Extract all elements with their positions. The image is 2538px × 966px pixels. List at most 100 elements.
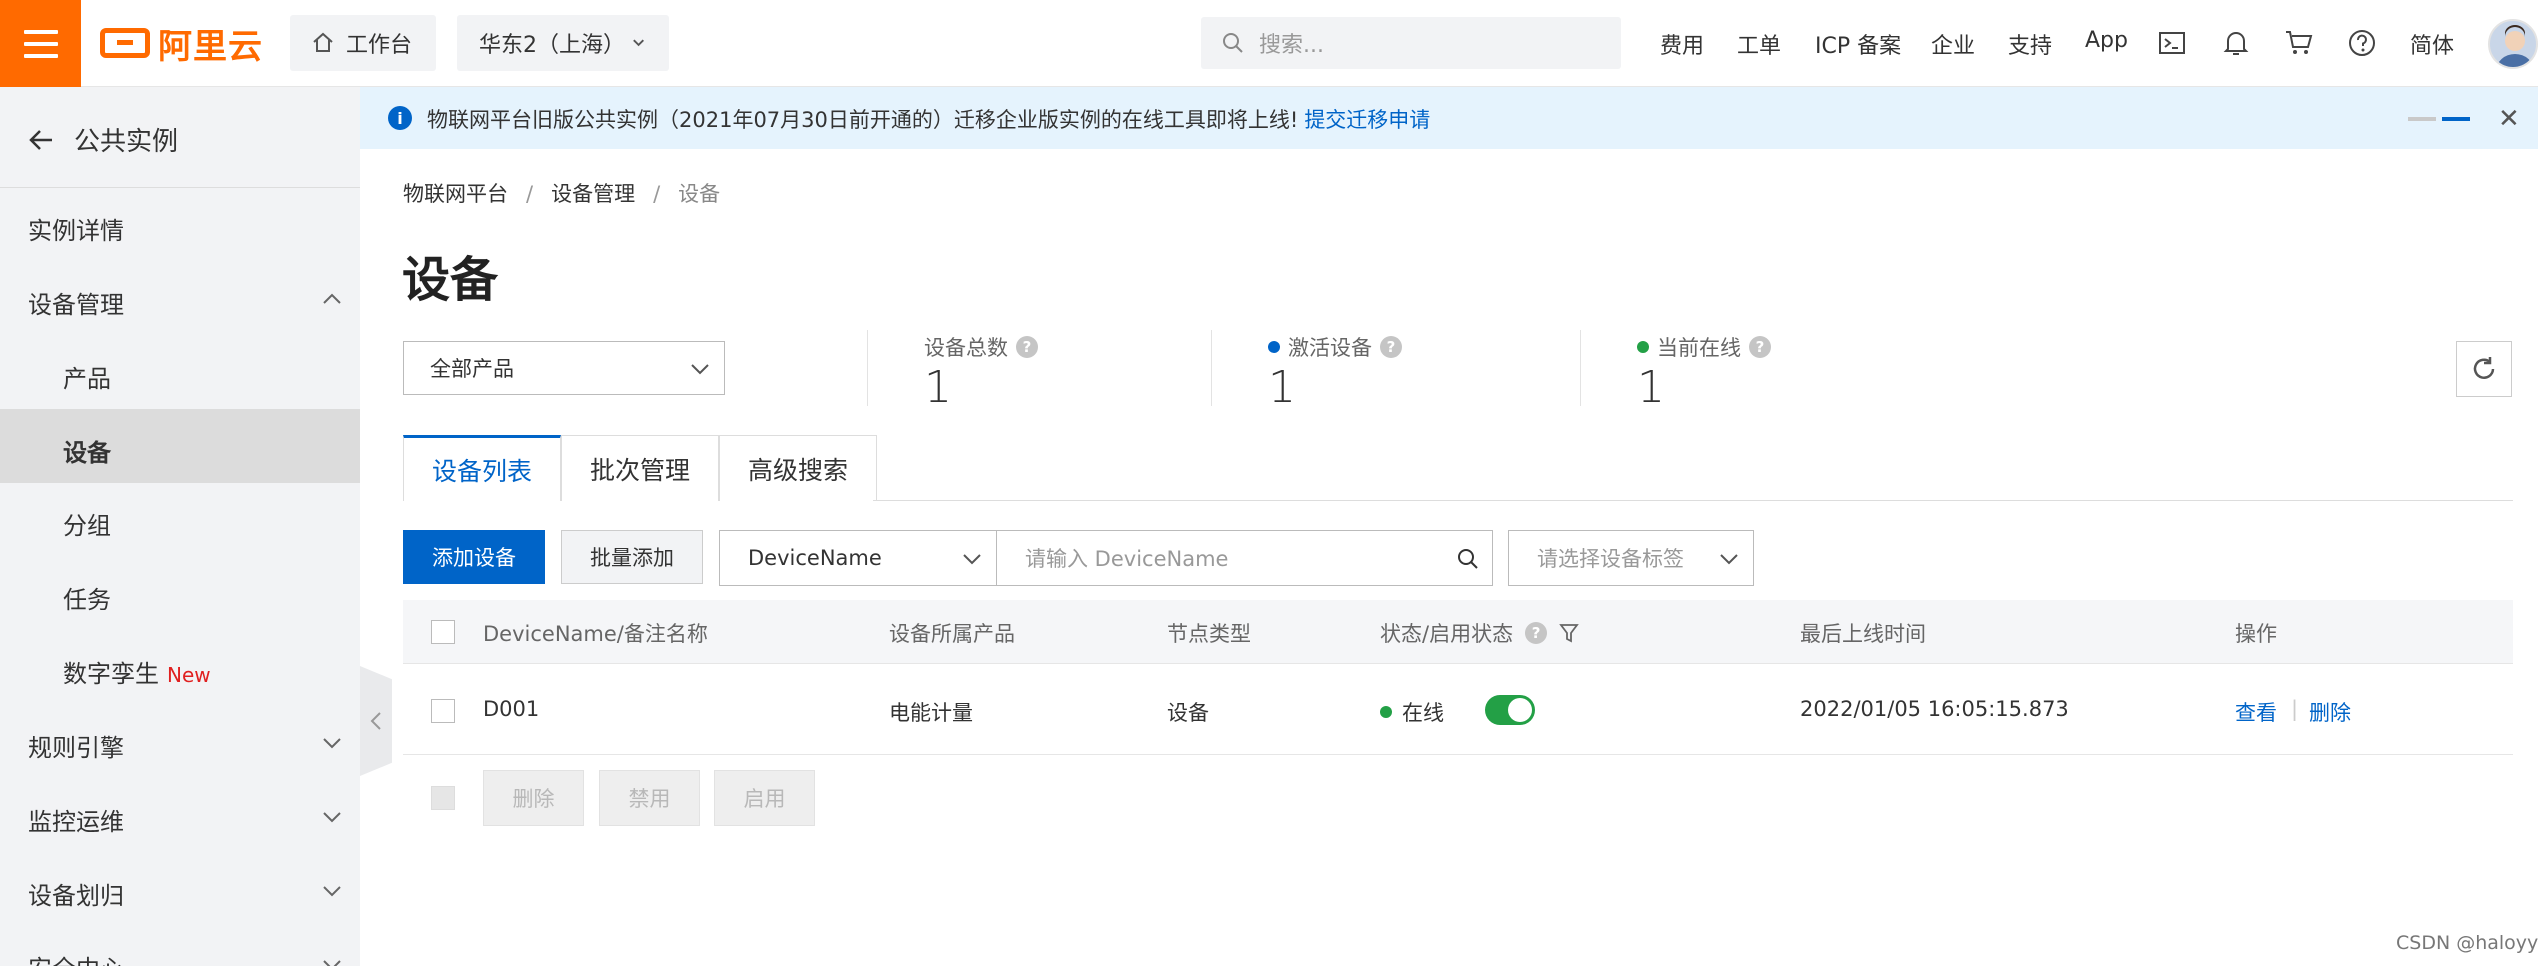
product-filter-select[interactable]: 全部产品 bbox=[403, 341, 725, 395]
announcement-banner: i 物联网平台旧版公共实例（2021年07月30日前开通的）迁移企业版实例的在线… bbox=[360, 87, 2538, 149]
question-icon[interactable]: ? bbox=[1749, 336, 1771, 358]
bulk-delete-button[interactable]: 删除 bbox=[483, 770, 584, 826]
sidebar-item-digital-twin[interactable]: 数字孪生 New bbox=[63, 654, 211, 689]
banner-text: 物联网平台旧版公共实例（2021年07月30日前开通的）迁移企业版实例的在线工具… bbox=[427, 108, 1299, 132]
batch-add-button[interactable]: 批量添加 bbox=[561, 530, 703, 584]
bulk-disable-button[interactable]: 禁用 bbox=[599, 770, 700, 826]
device-tabs: 设备列表 批次管理 高级搜索 bbox=[403, 435, 878, 501]
device-name-search-input[interactable]: 请输入 DeviceName bbox=[997, 530, 1493, 586]
breadcrumb-iot-platform[interactable]: 物联网平台 bbox=[403, 182, 508, 206]
chevron-down-icon[interactable] bbox=[320, 879, 344, 903]
bulk-enable-button[interactable]: 启用 bbox=[714, 770, 815, 826]
breadcrumb-device-management[interactable]: 设备管理 bbox=[551, 182, 635, 206]
col-status-label: 状态/启用状态 bbox=[1380, 622, 1514, 646]
row-status-text: 在线 bbox=[1402, 701, 1444, 725]
enable-toggle[interactable] bbox=[1485, 695, 1535, 725]
row-status: 在线 bbox=[1380, 697, 1444, 727]
search-field-value: DeviceName bbox=[748, 546, 882, 570]
refresh-button[interactable] bbox=[2456, 341, 2512, 397]
region-label: 华东2（上海） bbox=[479, 33, 625, 58]
stat-total-label: 设备总数? bbox=[924, 332, 1038, 362]
global-search-input[interactable]: 搜索... bbox=[1201, 17, 1621, 69]
nav-tickets[interactable]: 工单 bbox=[1737, 28, 1781, 60]
bell-icon[interactable] bbox=[2222, 28, 2250, 58]
sidebar-item-group[interactable]: 分组 bbox=[63, 506, 111, 541]
language-switch[interactable]: 简体 bbox=[2410, 28, 2454, 60]
bulk-select-checkbox[interactable] bbox=[431, 786, 455, 810]
sidebar-item-device[interactable]: 设备 bbox=[63, 433, 111, 468]
device-search-placeholder: 请输入 DeviceName bbox=[1025, 547, 1229, 571]
question-icon[interactable]: ? bbox=[1525, 622, 1548, 644]
watermark: CSDN @haloyy bbox=[2396, 932, 2538, 954]
arrow-left-icon bbox=[29, 129, 52, 150]
banner-pager[interactable] bbox=[2408, 117, 2470, 121]
tab-device-list[interactable]: 设备列表 bbox=[403, 435, 562, 501]
menu-icon[interactable] bbox=[0, 0, 81, 87]
sidebar-divider bbox=[0, 187, 360, 188]
close-icon[interactable]: ✕ bbox=[2498, 104, 2520, 134]
view-link[interactable]: 查看 bbox=[2235, 697, 2277, 727]
row-last-online: 2022/01/05 16:05:15.873 bbox=[1800, 697, 2069, 721]
sidebar-item-device-assignment[interactable]: 设备划归 bbox=[28, 876, 124, 911]
col-status: 状态/启用状态 ? bbox=[1380, 618, 1579, 648]
question-icon[interactable]: ? bbox=[1380, 336, 1402, 358]
chevron-down-icon bbox=[963, 554, 981, 565]
col-last-online: 最后上线时间 bbox=[1800, 622, 1926, 646]
help-icon[interactable] bbox=[2347, 28, 2377, 58]
device-tag-select[interactable]: 请选择设备标签 bbox=[1508, 530, 1754, 586]
add-device-button[interactable]: 添加设备 bbox=[403, 530, 545, 584]
avatar[interactable] bbox=[2488, 19, 2538, 69]
new-badge: New bbox=[167, 663, 211, 687]
pager-dot[interactable] bbox=[2408, 117, 2436, 121]
col-node-type: 节点类型 bbox=[1167, 622, 1251, 646]
nav-enterprise[interactable]: 企业 bbox=[1931, 28, 1975, 60]
filter-icon[interactable] bbox=[1559, 622, 1579, 644]
search-icon[interactable] bbox=[1456, 547, 1480, 571]
chevron-down-icon[interactable] bbox=[320, 953, 344, 966]
cart-icon[interactable] bbox=[2284, 29, 2314, 57]
aliyun-logo[interactable]: 阿里云 bbox=[100, 22, 263, 67]
logo-text: 阿里云 bbox=[158, 26, 263, 67]
sidebar-item-rule-engine[interactable]: 规则引擎 bbox=[28, 728, 124, 763]
online-status-dot bbox=[1380, 706, 1392, 718]
back-to-instances[interactable]: 公共实例 bbox=[28, 121, 178, 158]
stat-online-value: 1 bbox=[1637, 362, 1665, 413]
breadcrumb-separator: / bbox=[653, 182, 661, 206]
stat-total-value: 1 bbox=[924, 362, 952, 413]
nav-support[interactable]: 支持 bbox=[2008, 28, 2052, 60]
sidebar-item-task[interactable]: 任务 bbox=[63, 580, 111, 615]
select-all-checkbox[interactable] bbox=[431, 620, 455, 644]
sidebar-collapse-handle[interactable] bbox=[360, 666, 392, 776]
tab-advanced-search[interactable]: 高级搜索 bbox=[719, 435, 878, 501]
pager-dot-active[interactable] bbox=[2442, 117, 2470, 121]
sidebar-item-security[interactable]: 安全中心 bbox=[28, 949, 124, 966]
row-device-name: D001 bbox=[483, 697, 540, 721]
device-tag-placeholder: 请选择设备标签 bbox=[1537, 547, 1684, 571]
chevron-up-icon[interactable] bbox=[320, 287, 344, 311]
sidebar-item-device-management[interactable]: 设备管理 bbox=[28, 285, 124, 320]
status-dot-green bbox=[1637, 341, 1649, 353]
sidebar-item-instance-detail[interactable]: 实例详情 bbox=[28, 211, 124, 246]
chevron-down-icon[interactable] bbox=[320, 731, 344, 755]
region-select[interactable]: 华东2（上海） bbox=[457, 15, 669, 71]
terminal-icon[interactable] bbox=[2158, 29, 2186, 57]
table-row[interactable]: D001 电能计量 设备 在线 2022/01/05 16:05:15.873 … bbox=[403, 665, 2513, 755]
sidebar-item-product[interactable]: 产品 bbox=[63, 359, 111, 394]
status-dot-blue bbox=[1268, 341, 1280, 353]
banner-link[interactable]: 提交迁移申请 bbox=[1304, 108, 1430, 132]
refresh-icon bbox=[2473, 357, 2495, 379]
question-icon[interactable]: ? bbox=[1016, 336, 1038, 358]
row-checkbox[interactable] bbox=[431, 699, 455, 723]
tab-batch-management[interactable]: 批次管理 bbox=[561, 435, 720, 501]
sidebar-item-monitoring[interactable]: 监控运维 bbox=[28, 802, 124, 837]
nav-billing[interactable]: 费用 bbox=[1660, 28, 1704, 60]
action-separator: | bbox=[2291, 697, 2299, 721]
search-field-select[interactable]: DeviceName bbox=[719, 530, 997, 586]
nav-icp[interactable]: ICP 备案 bbox=[1815, 28, 1901, 60]
nav-app[interactable]: App bbox=[2085, 28, 2128, 53]
workbench-button[interactable]: 工作台 bbox=[290, 15, 436, 71]
delete-link[interactable]: 删除 bbox=[2309, 697, 2351, 727]
stat-total-text: 设备总数 bbox=[924, 336, 1008, 360]
page-title: 设备 bbox=[402, 252, 499, 308]
chevron-down-icon[interactable] bbox=[320, 805, 344, 829]
